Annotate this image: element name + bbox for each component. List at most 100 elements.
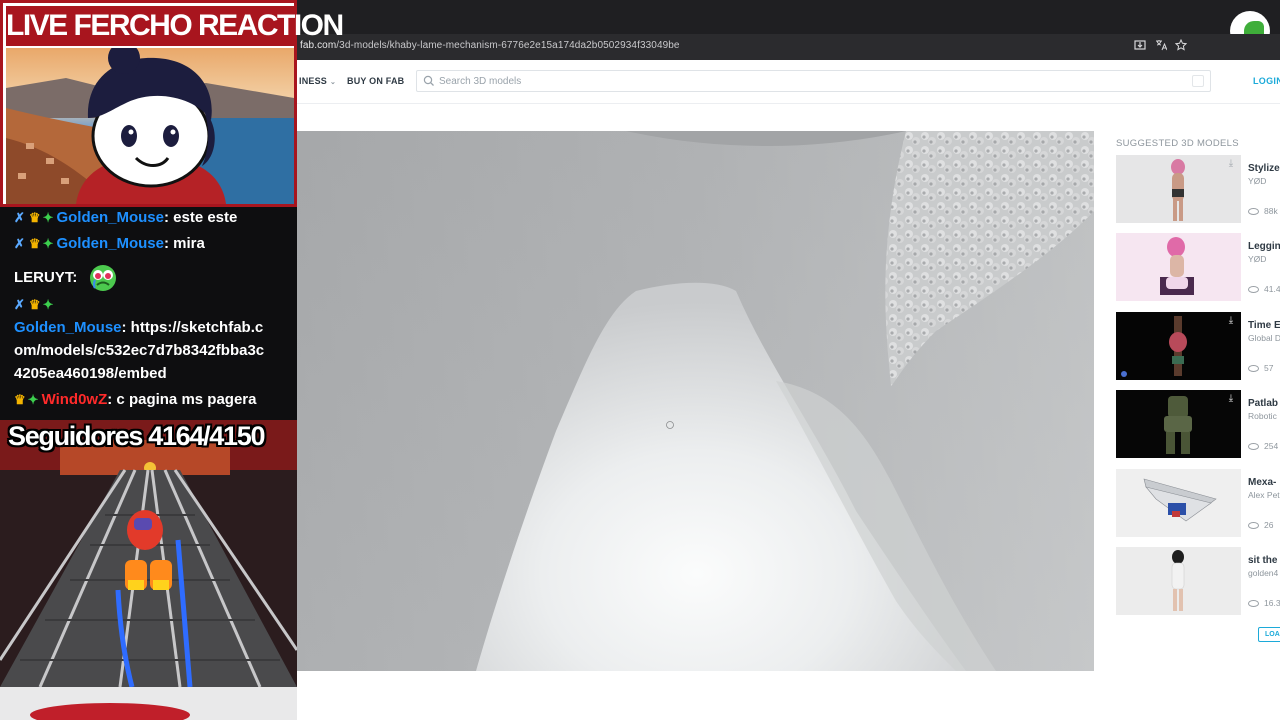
model-name[interactable]: Patlab bbox=[1248, 398, 1278, 409]
chat-badges: ✗ ♛ ✦ bbox=[14, 296, 56, 314]
chat-text: : este este bbox=[163, 209, 238, 226]
stream-banner: LIVE FERCHO REACTION bbox=[0, 0, 344, 207]
stream-chat: ✗ ♛ ✦ Golden_Mouse: este este ✗ ♛ ✦ Golden_Mou… bbox=[0, 207, 297, 420]
nav-business[interactable]: INESS ⌄ bbox=[299, 76, 336, 86]
install-app-icon[interactable] bbox=[1133, 39, 1147, 53]
chat-text: : bbox=[72, 268, 78, 286]
model-viewer-canvas[interactable] bbox=[296, 131, 1094, 671]
url-text[interactable]: fab.com/3d-models/khaby-lame-mechanism-6… bbox=[300, 40, 680, 51]
nav-business-label: INESS bbox=[299, 76, 328, 86]
model-thumbnail: ⤓ bbox=[1116, 312, 1241, 380]
model-name[interactable]: Mexa- bbox=[1248, 477, 1276, 488]
chat-username: Golden_Mouse bbox=[56, 235, 164, 252]
chevron-down-icon: ⌄ bbox=[330, 79, 337, 86]
views-count: 16.3 bbox=[1264, 598, 1280, 608]
url-path: /3d-models/khaby-lame-mechanism-6776e2e1… bbox=[336, 40, 680, 51]
suggested-models-title: SUGGESTED 3D MODELS bbox=[1116, 138, 1239, 149]
followers-counter: Seguidores 4164/4150 bbox=[8, 421, 265, 451]
chat-text-line: 4205ea460198/embed bbox=[14, 365, 167, 382]
keyboard-shortcut-icon bbox=[1192, 75, 1204, 87]
nav-buy-on-fab[interactable]: BUY ON FAB bbox=[347, 76, 404, 86]
model-author[interactable]: golden4 bbox=[1248, 568, 1278, 578]
chat-message: ✗ ♛ ✦ Golden_Mouse: este este bbox=[14, 209, 237, 227]
suggested-model-card[interactable]: ⤓ Patlab Robotic 254 bbox=[1116, 390, 1280, 458]
model-views: 16.3 bbox=[1248, 598, 1280, 608]
chat-message: ♛ ✦ Wind0wZ: c pagina ms pagera bbox=[14, 391, 256, 409]
chat-text-line: om/models/c532ec7d7b8342fbba3c bbox=[14, 342, 265, 359]
chat-text: : mira bbox=[163, 235, 205, 252]
suggested-model-card[interactable]: Mexa- Alex Pet 26 bbox=[1116, 469, 1280, 537]
gameplay-video: Seguidores 4164/4150 bbox=[0, 420, 297, 687]
views-count: 26 bbox=[1264, 520, 1274, 530]
stream-title: LIVE FERCHO REACTION bbox=[6, 6, 344, 46]
model-author[interactable]: Global D bbox=[1248, 333, 1280, 343]
gem-badge-icon: ✦ bbox=[27, 392, 39, 407]
chat-username: LERUYT bbox=[14, 268, 73, 286]
search-input[interactable] bbox=[439, 73, 1179, 89]
sword-badge-icon: ✗ bbox=[14, 236, 25, 251]
model-views: 41.4 bbox=[1248, 284, 1280, 294]
eye-icon bbox=[1248, 286, 1259, 294]
model-name[interactable]: sit the bbox=[1248, 555, 1277, 566]
gem-badge-icon: ✦ bbox=[42, 297, 54, 312]
model-render bbox=[296, 131, 1094, 671]
chat-username: Golden_Mouse bbox=[14, 319, 122, 336]
suggested-model-card[interactable]: Leggin YØD 41.4 bbox=[1116, 233, 1280, 301]
chat-text-line: : https://sketchfab.c bbox=[121, 319, 264, 336]
chat-text: : c pagina ms pagera bbox=[107, 391, 257, 408]
chat-username: Wind0wZ bbox=[41, 391, 108, 408]
model-thumbnail: ⤓ bbox=[1116, 155, 1241, 223]
model-views: 57 bbox=[1248, 363, 1273, 373]
model-views: 88k bbox=[1248, 206, 1278, 216]
search-icon bbox=[423, 75, 434, 86]
sword-badge-icon: ✗ bbox=[14, 297, 25, 312]
crying-face-emote-icon bbox=[89, 265, 116, 291]
model-thumbnail: ⤓ bbox=[1116, 390, 1241, 458]
model-author[interactable]: Robotic bbox=[1248, 411, 1277, 421]
model-author[interactable]: YØD bbox=[1248, 254, 1266, 264]
model-name[interactable]: Leggin bbox=[1248, 241, 1280, 252]
views-count: 57 bbox=[1264, 363, 1274, 373]
model-views: 26 bbox=[1248, 520, 1273, 530]
eye-icon bbox=[1248, 600, 1259, 608]
suggested-model-card[interactable]: ⤓ Time E Global D 57 bbox=[1116, 312, 1280, 380]
crown-badge-icon: ♛ bbox=[28, 297, 41, 312]
eye-icon bbox=[1248, 208, 1259, 216]
download-icon: ⤓ bbox=[1228, 315, 1234, 326]
bookmark-star-icon[interactable] bbox=[1174, 38, 1188, 53]
download-icon: ⤓ bbox=[1228, 393, 1234, 404]
chat-username: Golden_Mouse bbox=[56, 209, 164, 226]
model-thumbnail bbox=[1116, 547, 1241, 615]
login-link[interactable]: LOGIN bbox=[1253, 76, 1280, 86]
sword-badge-icon: ✗ bbox=[14, 210, 25, 225]
model-name[interactable]: Stylize bbox=[1248, 163, 1280, 174]
translate-icon[interactable] bbox=[1154, 39, 1168, 53]
suggested-model-card[interactable]: ⤓ Stylize YØD 88k bbox=[1116, 155, 1280, 223]
load-more-button[interactable]: LOA bbox=[1258, 627, 1280, 642]
model-thumbnail bbox=[1116, 469, 1241, 537]
bottom-video-strip bbox=[0, 687, 297, 720]
eye-icon bbox=[1248, 443, 1259, 451]
eye-icon bbox=[1248, 522, 1259, 530]
search-box[interactable] bbox=[416, 70, 1211, 92]
gem-badge-icon: ✦ bbox=[42, 236, 54, 251]
suggested-model-card[interactable]: sit the golden4 16.3 bbox=[1116, 547, 1280, 615]
model-author[interactable]: YØD bbox=[1248, 176, 1266, 186]
model-views: 254 bbox=[1248, 441, 1278, 451]
model-name[interactable]: Time E bbox=[1248, 320, 1280, 331]
model-thumbnail bbox=[1116, 233, 1241, 301]
crown-badge-icon: ♛ bbox=[14, 392, 26, 407]
views-count: 41.4 bbox=[1264, 284, 1280, 294]
chat-message: LERUYT: bbox=[14, 263, 118, 293]
views-count: 254 bbox=[1264, 441, 1279, 451]
eye-icon bbox=[1248, 365, 1259, 373]
model-author[interactable]: Alex Pet bbox=[1248, 490, 1280, 500]
crown-badge-icon: ♛ bbox=[28, 210, 41, 225]
chat-message: ✗ ♛ ✦ Golden_Mouse: mira bbox=[14, 235, 205, 253]
crown-badge-icon: ♛ bbox=[28, 236, 41, 251]
views-count: 88k bbox=[1264, 206, 1278, 216]
download-icon: ⤓ bbox=[1228, 158, 1234, 169]
streamer-avatar-art bbox=[6, 48, 294, 204]
site-header: INESS⌄ BUY ON FAB LOGIN bbox=[296, 60, 1280, 104]
gem-badge-icon: ✦ bbox=[42, 210, 54, 225]
